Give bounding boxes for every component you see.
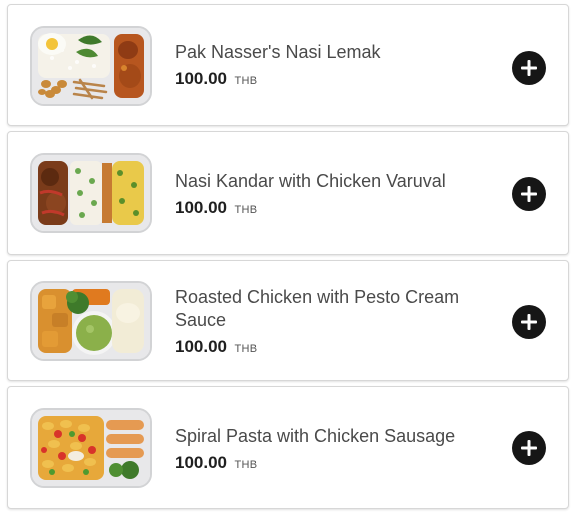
- price-row: 100.00 THB: [175, 453, 498, 475]
- spiral-pasta-image: [30, 408, 152, 488]
- add-item-button[interactable]: [512, 51, 546, 85]
- item-price: 100.00: [175, 337, 227, 356]
- add-item-button[interactable]: [512, 177, 546, 211]
- menu-item-card[interactable]: Spiral Pasta with Chicken Sausage 100.00…: [7, 386, 569, 509]
- item-currency: THB: [234, 343, 258, 355]
- nasi-lemak-image: [30, 26, 152, 106]
- item-currency: THB: [234, 75, 258, 87]
- price-row: 100.00 THB: [175, 198, 498, 220]
- item-price: 100.00: [175, 69, 227, 88]
- nasi-kandar-image: [30, 153, 152, 233]
- item-name: Roasted Chicken with Pesto Cream Sauce: [175, 287, 460, 330]
- menu-item-card[interactable]: Pak Nasser's Nasi Lemak 100.00 THB: [7, 4, 569, 126]
- item-name: Spiral Pasta with Chicken Sausage: [175, 426, 456, 446]
- price-row: 100.00 THB: [175, 337, 498, 359]
- item-name: Pak Nasser's Nasi Lemak: [175, 42, 381, 62]
- item-name: Nasi Kandar with Chicken Varuval: [175, 171, 446, 191]
- menu-item-list: Pak Nasser's Nasi Lemak 100.00 THB Nasi …: [0, 0, 580, 513]
- item-price: 100.00: [175, 453, 227, 472]
- item-currency: THB: [234, 204, 258, 216]
- price-row: 100.00 THB: [175, 69, 498, 91]
- item-price: 100.00: [175, 198, 227, 217]
- roasted-chicken-image: [30, 281, 152, 361]
- menu-item-card[interactable]: Nasi Kandar with Chicken Varuval 100.00 …: [7, 131, 569, 255]
- menu-item-card[interactable]: Roasted Chicken with Pesto Cream Sauce 1…: [7, 260, 569, 381]
- add-item-button[interactable]: [512, 305, 546, 339]
- add-item-button[interactable]: [512, 431, 546, 465]
- item-currency: THB: [234, 459, 258, 471]
